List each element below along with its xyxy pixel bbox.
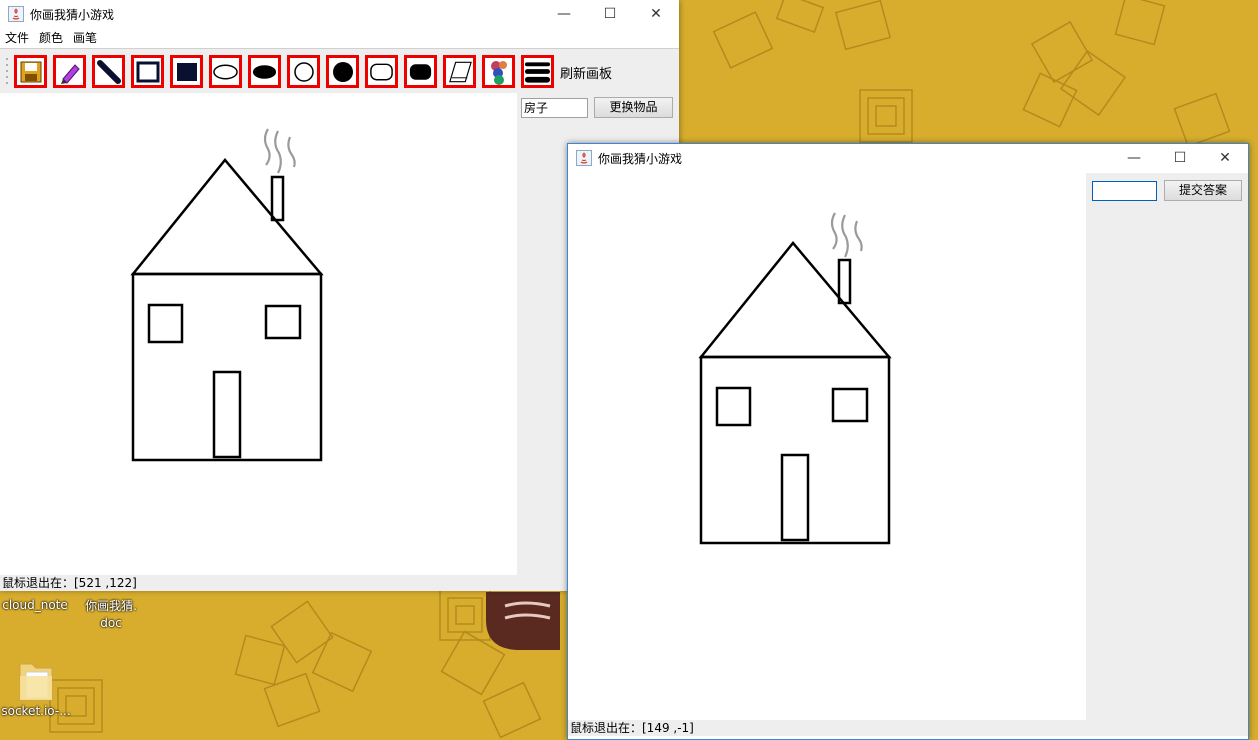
line-tool-button[interactable]: [92, 55, 125, 88]
guess-canvas: [568, 173, 1086, 720]
maximize-button[interactable]: ☐: [587, 0, 633, 28]
menu-color[interactable]: 颜色: [34, 29, 68, 48]
desktop-icon-label: cloud_note: [2, 598, 68, 612]
filled-circle-icon: [332, 61, 353, 82]
desktop-icon-doc[interactable]: 你画我猜. doc: [76, 598, 146, 632]
menu-file[interactable]: 文件: [0, 29, 34, 48]
line-icon: [96, 59, 121, 84]
desktop-icon-label: 你画我猜.: [85, 599, 137, 613]
stroke-width-tool-button[interactable]: [521, 55, 554, 88]
filled-rectangle-icon: [176, 62, 197, 81]
house-drawing: [130, 128, 324, 462]
rectangle-tool-button[interactable]: [131, 55, 164, 88]
circle-icon: [293, 61, 314, 82]
drawing-canvas[interactable]: [0, 93, 517, 575]
change-item-button[interactable]: 更换物品: [594, 97, 673, 118]
stroke-width-icon: [524, 61, 551, 83]
filled-round-rectangle-tool-button[interactable]: [404, 55, 437, 88]
oval-tool-button[interactable]: [209, 55, 242, 88]
menu-bar: 文件 颜色 画笔: [0, 29, 679, 48]
drawing-toolbar: 刷新画板: [0, 48, 679, 93]
filled-oval-icon: [252, 64, 277, 79]
filled-circle-tool-button[interactable]: [326, 55, 359, 88]
house-drawing: [698, 212, 892, 545]
save-icon: [20, 61, 41, 82]
java-icon: [576, 150, 592, 166]
guesser-window: 你画我猜小游戏 — ☐ ✕ 提交答案 鼠标退出在：[149 ,-1]: [567, 143, 1249, 740]
drawer-titlebar[interactable]: 你画我猜小游戏 — ☐ ✕: [0, 0, 679, 28]
oval-icon: [213, 64, 238, 79]
status-bar: 鼠标退出在：[149 ,-1]: [568, 720, 1248, 736]
circle-tool-button[interactable]: [287, 55, 320, 88]
window-title: 你画我猜小游戏: [30, 7, 115, 22]
filled-round-rectangle-icon: [409, 63, 432, 80]
close-button[interactable]: ✕: [633, 0, 679, 28]
desktop-icon-label: doc: [100, 616, 122, 630]
minimize-button[interactable]: —: [541, 0, 587, 28]
eraser-tool-button[interactable]: [443, 55, 476, 88]
save-tool-button[interactable]: [14, 55, 47, 88]
rectangle-icon: [136, 61, 159, 82]
desktop-icon-label: socket.io-...: [1, 704, 71, 718]
round-rectangle-icon: [370, 63, 393, 80]
menu-brush[interactable]: 画笔: [68, 29, 102, 48]
color-palette-icon: [490, 60, 507, 85]
round-rectangle-tool-button[interactable]: [365, 55, 398, 88]
desktop-icon-socketio[interactable]: socket.io-...: [0, 658, 72, 718]
guesser-titlebar[interactable]: 你画我猜小游戏 — ☐ ✕: [568, 144, 1248, 172]
eraser-icon: [449, 61, 472, 82]
toolbar-grip-icon: [6, 58, 8, 84]
color-palette-tool-button[interactable]: [482, 55, 515, 88]
guesser-side-panel: [1086, 173, 1248, 720]
refresh-canvas-button[interactable]: 刷新画板: [560, 63, 612, 82]
window-title: 你画我猜小游戏: [598, 151, 683, 166]
submit-answer-button[interactable]: 提交答案: [1164, 180, 1242, 201]
java-icon: [8, 6, 24, 22]
answer-input[interactable]: [1092, 181, 1157, 201]
filled-rectangle-tool-button[interactable]: [170, 55, 203, 88]
word-field[interactable]: 房子: [521, 98, 588, 118]
close-button[interactable]: ✕: [1202, 144, 1248, 172]
desktop-icon-cloud-note[interactable]: cloud_note: [0, 598, 70, 612]
pencil-tool-button[interactable]: [53, 55, 86, 88]
minimize-button[interactable]: —: [1111, 144, 1157, 172]
filled-oval-tool-button[interactable]: [248, 55, 281, 88]
maximize-button[interactable]: ☐: [1157, 144, 1203, 172]
pencil-icon: [60, 63, 80, 84]
folder-icon: [19, 663, 53, 701]
